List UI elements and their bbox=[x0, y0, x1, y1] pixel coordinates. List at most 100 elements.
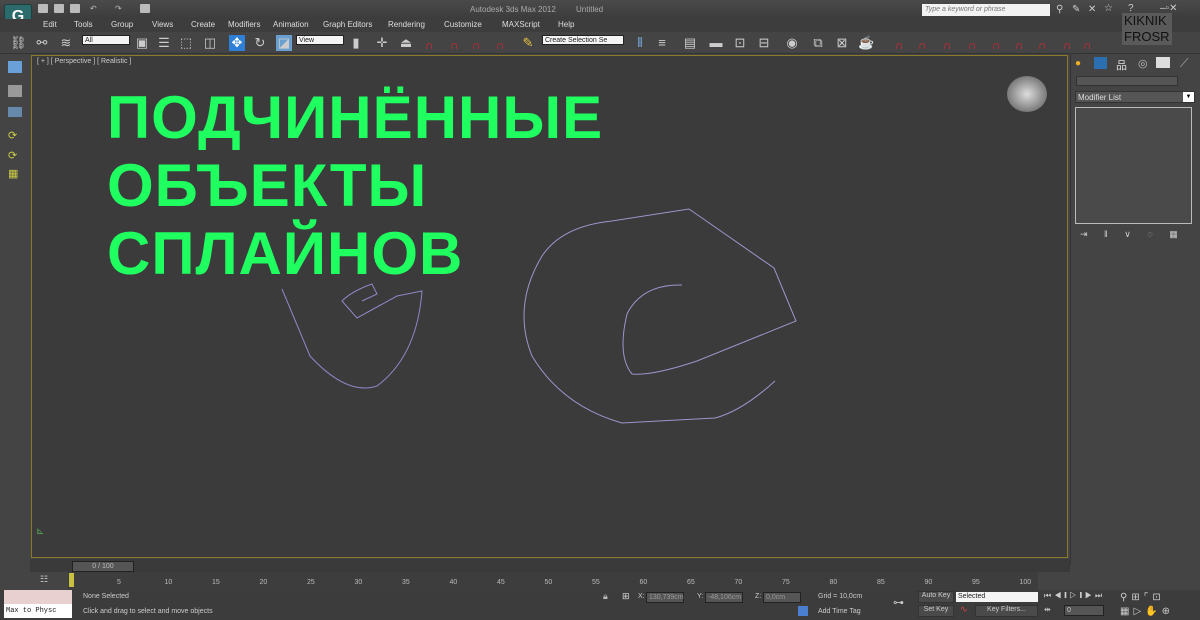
tool-icon-2[interactable]: ⟳ bbox=[8, 149, 22, 162]
mirror-icon[interactable]: ⫴ bbox=[632, 35, 648, 51]
save-file-icon[interactable] bbox=[70, 4, 80, 13]
pivot-center-icon[interactable]: ▮ bbox=[348, 35, 364, 51]
viewport-navigation-controls[interactable]: ⚲⊞⌜⊡ ▦▷✋⊕ bbox=[1120, 591, 1174, 619]
snap-vertex-icon[interactable]: ∩ bbox=[943, 38, 952, 52]
snap-pivot-icon[interactable]: ∩ bbox=[918, 38, 927, 52]
stack-controls[interactable]: ⇥ ‖ ∨ ◌ ▦ bbox=[1080, 229, 1178, 240]
rendered-frame-icon[interactable]: ⊠ bbox=[834, 35, 850, 51]
menu-customize[interactable]: Customize bbox=[444, 20, 482, 29]
menu-group[interactable]: Group bbox=[111, 20, 133, 29]
menu-views[interactable]: Views bbox=[152, 20, 173, 29]
rect-selection-icon[interactable]: ⬚ bbox=[178, 35, 194, 51]
current-frame-field[interactable]: 0 bbox=[1064, 605, 1104, 616]
menu-create[interactable]: Create bbox=[191, 20, 215, 29]
time-tag-icon[interactable] bbox=[798, 606, 808, 616]
search-input[interactable]: Type a keyword or phrase bbox=[922, 4, 1050, 16]
schematic-view-icon[interactable]: ⊟ bbox=[756, 35, 772, 51]
snap-edge-icon[interactable]: ∩ bbox=[1015, 38, 1024, 52]
spinner-snap-icon[interactable]: ∩ bbox=[496, 38, 505, 52]
menu-graph-editors[interactable]: Graph Editors bbox=[323, 20, 372, 29]
time-slider[interactable] bbox=[30, 559, 1070, 572]
snap-xy-icon[interactable]: ∩ bbox=[1083, 38, 1092, 52]
tool-icon-1[interactable]: ⟳ bbox=[8, 129, 22, 142]
snap-face-icon[interactable]: ∩ bbox=[1038, 38, 1047, 52]
snap-midpoint-icon[interactable]: ∩ bbox=[992, 38, 1001, 52]
modifier-list-dropdown[interactable]: Modifier List ▼ bbox=[1075, 91, 1195, 103]
menu-help[interactable]: Help bbox=[558, 20, 574, 29]
key-mode-toggle-icon[interactable]: ⇹ bbox=[1044, 605, 1051, 614]
object-name-field[interactable] bbox=[1076, 76, 1178, 86]
open-file-icon[interactable] bbox=[54, 4, 64, 13]
menu-modifiers[interactable]: Modifiers bbox=[228, 20, 260, 29]
menu-edit[interactable]: Edit bbox=[43, 20, 57, 29]
bind-space-warp-icon[interactable]: ≋ bbox=[58, 35, 74, 51]
time-slider-handle[interactable]: 0 / 100 bbox=[72, 561, 134, 572]
menu-rendering[interactable]: Rendering bbox=[388, 20, 425, 29]
perspective-viewport[interactable]: [ + ] [ Perspective ] [ Realistic ] ПОДЧ… bbox=[31, 55, 1068, 558]
select-object-icon[interactable]: ▣ bbox=[134, 35, 150, 51]
undo-icon[interactable]: ↶ bbox=[90, 4, 100, 13]
time-marker[interactable] bbox=[69, 573, 74, 587]
add-time-tag[interactable]: Add Time Tag bbox=[818, 608, 861, 615]
maxscript-listener-input[interactable]: Max to Physc bbox=[4, 604, 72, 618]
paint-icon[interactable] bbox=[8, 107, 22, 117]
z-coordinate-field[interactable]: 0,0cm bbox=[763, 592, 801, 603]
menu-tools[interactable]: Tools bbox=[74, 20, 93, 29]
absolute-mode-icon[interactable]: ⊞ bbox=[622, 591, 630, 602]
lock-selection-icon[interactable]: 🔒︎ bbox=[603, 591, 608, 602]
set-key-button[interactable]: Set Key bbox=[918, 605, 954, 617]
create-box-icon[interactable] bbox=[8, 85, 22, 97]
curve-editor-icon[interactable]: ⊡ bbox=[732, 35, 748, 51]
render-teapot-icon[interactable]: ☕ bbox=[858, 35, 874, 51]
key-mode-dropdown[interactable]: Selected bbox=[956, 592, 1038, 602]
display-tab-icon[interactable] bbox=[1156, 57, 1170, 68]
layer-manager-icon[interactable]: ▤ bbox=[682, 35, 698, 51]
x-coordinate-field[interactable]: 130,739cm bbox=[646, 592, 684, 603]
project-folder-icon[interactable] bbox=[140, 4, 150, 13]
align-icon[interactable]: ≡ bbox=[654, 35, 670, 51]
move-icon[interactable]: ✥ bbox=[229, 35, 245, 51]
viewport-layout-icon[interactable] bbox=[8, 61, 22, 73]
reference-coord-dropdown[interactable]: View bbox=[296, 35, 344, 45]
menu-animation[interactable]: Animation bbox=[273, 20, 309, 29]
viewcube-icon[interactable] bbox=[1007, 76, 1047, 112]
percent-snap-icon[interactable]: ∩ bbox=[472, 38, 481, 52]
mini-curve-editor-icon[interactable]: ☷ bbox=[40, 574, 48, 585]
playback-controls[interactable]: ⏮◀❙▷❙▶⏭ bbox=[1044, 591, 1105, 601]
link-icon[interactable]: ⛓ bbox=[10, 35, 27, 51]
wrench-icon[interactable]: ✎ bbox=[1072, 4, 1080, 15]
menu-maxscript[interactable]: MAXScript bbox=[502, 20, 540, 29]
key-filters-button[interactable]: Key Filters... bbox=[975, 605, 1038, 617]
scale-icon[interactable]: ◪ bbox=[276, 35, 292, 51]
graphite-toolbar-icon[interactable]: ▬ bbox=[708, 35, 724, 51]
unlink-icon[interactable]: ⚯ bbox=[34, 35, 50, 51]
set-key-icon[interactable]: ⊶ bbox=[893, 596, 904, 609]
y-coordinate-field[interactable]: -48,106cm bbox=[705, 592, 743, 603]
redo-icon[interactable]: ↷ bbox=[115, 4, 125, 13]
select-manipulate-icon[interactable]: ✛ bbox=[374, 35, 390, 51]
material-editor-icon[interactable]: ◉ bbox=[784, 35, 800, 51]
hierarchy-tab-icon[interactable]: 品 bbox=[1116, 57, 1127, 73]
select-by-name-icon[interactable]: ☰ bbox=[156, 35, 172, 51]
default-tangent-icon[interactable]: ∿ bbox=[960, 604, 968, 615]
snaps-toggle-icon[interactable]: ∩ bbox=[425, 38, 434, 52]
angle-snap-icon[interactable]: ∩ bbox=[450, 38, 459, 52]
snap-options-icon[interactable]: ∩ bbox=[1063, 38, 1072, 52]
new-file-icon[interactable] bbox=[38, 4, 48, 13]
maxscript-listener-output[interactable] bbox=[4, 590, 72, 604]
modify-tab-icon[interactable] bbox=[1094, 57, 1107, 69]
utilities-tab-icon[interactable]: ⟋ bbox=[1180, 56, 1188, 71]
render-setup-icon[interactable]: ⧉ bbox=[810, 35, 826, 51]
auto-key-button[interactable]: Auto Key bbox=[918, 591, 954, 603]
window-crossing-icon[interactable]: ◫ bbox=[202, 35, 218, 51]
snap-endpoint-icon[interactable]: ∩ bbox=[968, 38, 977, 52]
tool-icon-3[interactable]: ▦ bbox=[8, 167, 22, 180]
snap-grid-icon[interactable]: ∩ bbox=[895, 38, 904, 52]
rotate-icon[interactable]: ↻ bbox=[252, 35, 268, 51]
favorites-star-icon[interactable]: ☆ bbox=[1104, 3, 1113, 14]
create-tab-icon[interactable]: ● bbox=[1075, 58, 1081, 69]
keyboard-shortcut-toggle-icon[interactable]: ⏏ bbox=[398, 35, 414, 51]
binoculars-icon[interactable]: ⚲ bbox=[1056, 4, 1063, 15]
named-selection-dropdown[interactable]: Create Selection Se bbox=[542, 35, 624, 45]
subscription-icon[interactable]: ✕ bbox=[1088, 4, 1096, 15]
